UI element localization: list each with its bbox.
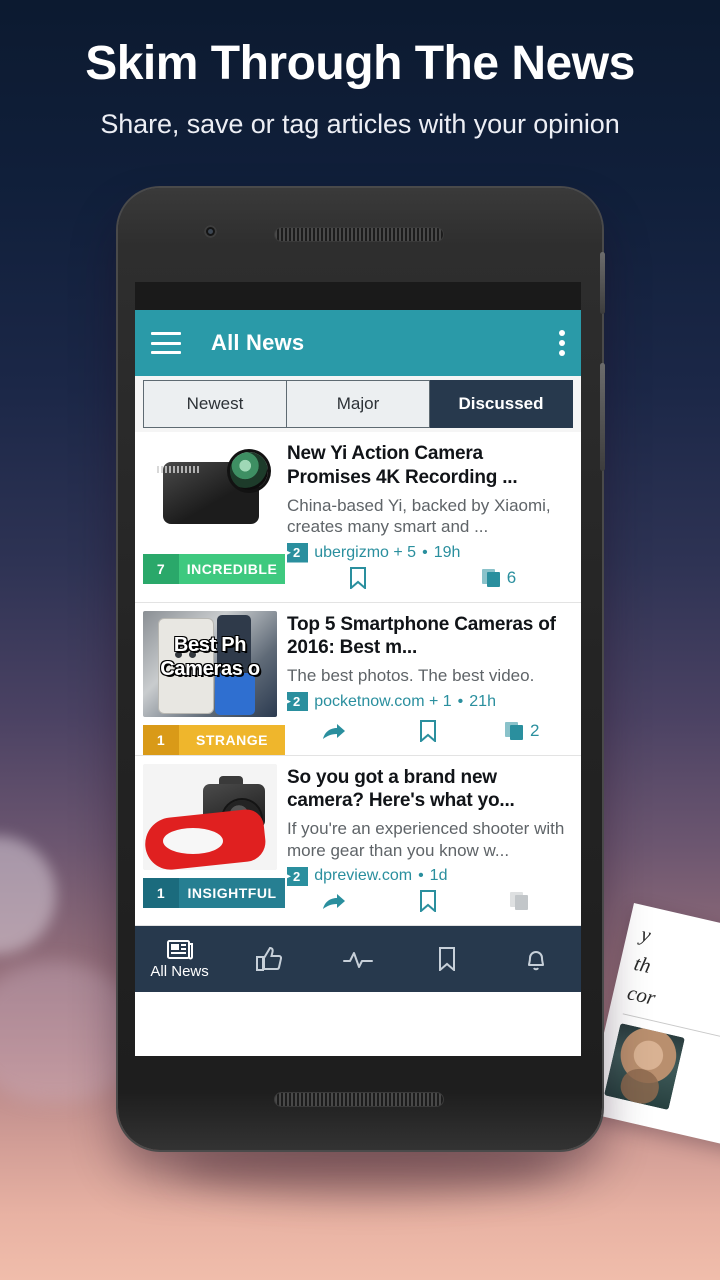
article-content: New Yi Action Camera Promises 4K Recordi…	[277, 432, 581, 602]
copies-count: 2	[529, 720, 540, 740]
save-bookmark-button[interactable]	[381, 719, 475, 742]
tab-discussed[interactable]: Discussed	[430, 380, 573, 428]
article-actions: 6	[287, 563, 569, 593]
save-bookmark-button[interactable]	[287, 566, 428, 589]
tag-count-badge: 2	[287, 866, 309, 887]
share-button[interactable]	[287, 721, 381, 741]
save-bookmark-button[interactable]	[381, 890, 475, 913]
article-content: So you got a brand new camera? Here's wh…	[277, 756, 581, 926]
article-meta: 2 pocketnow.com + 1 • 21h	[287, 691, 569, 712]
thumbnail-overlay-line-2: Cameras o	[160, 657, 260, 680]
bookmark-icon	[349, 566, 366, 589]
article-card[interactable]: 7 INCREDIBLE New Yi Action Camera Promis…	[135, 432, 581, 603]
article-thumbnail-column: 7 INCREDIBLE	[135, 432, 285, 602]
share-arrow-icon	[322, 894, 345, 910]
nav-item-likes[interactable]	[224, 946, 313, 972]
copies-icon	[509, 892, 528, 911]
side-card-avatar	[603, 1023, 685, 1111]
article-time: 1d	[429, 867, 448, 885]
meta-separator: •	[422, 543, 428, 561]
segmented-tabs: Newest Major Discussed	[135, 376, 581, 432]
article-content: Top 5 Smartphone Cameras of 2016: Best m…	[277, 603, 581, 755]
power-button[interactable]	[600, 252, 605, 314]
article-actions	[287, 886, 569, 916]
article-card[interactable]: Best Ph Cameras o 1 STRANGE Top 5 Smartp…	[135, 602, 581, 756]
article-actions: 2	[287, 716, 569, 746]
app-bar: All News	[135, 310, 581, 376]
tab-newest[interactable]: Newest	[143, 380, 287, 428]
copies-icon	[481, 568, 500, 587]
bookmark-icon	[439, 947, 456, 972]
article-title[interactable]: New Yi Action Camera Promises 4K Recordi…	[287, 442, 569, 490]
hamburger-menu-icon[interactable]	[151, 332, 181, 354]
bottom-navigation: All News	[135, 926, 581, 993]
page-subtitle: Share, save or tag articles with your op…	[100, 108, 620, 139]
article-title[interactable]: So you got a brand new camera? Here's wh…	[287, 766, 569, 814]
badge-label: STRANGE	[196, 731, 268, 748]
article-description: China-based Yi, backed by Xiaomi, create…	[287, 495, 551, 537]
bookmark-icon	[419, 719, 436, 742]
phone-mockup: All News Newest Major Discussed 7 INCRED…	[118, 188, 605, 1150]
page-title: Skim Through The News	[85, 37, 635, 90]
volume-button[interactable]	[600, 363, 605, 471]
activity-pulse-icon	[343, 952, 373, 969]
article-meta: 2 dpreview.com • 1d	[287, 866, 569, 887]
nav-item-notifications[interactable]	[492, 947, 581, 971]
tag-count-badge: 2	[287, 543, 309, 563]
thumbnail-overlay-line-1: Best Ph	[173, 633, 247, 656]
badge-label: INCREDIBLE	[186, 561, 278, 577]
share-arrow-icon	[322, 723, 345, 739]
article-time: 21h	[469, 692, 496, 710]
badge-label: INSIGHTFUL	[187, 884, 277, 901]
earpiece-speaker	[275, 228, 443, 241]
share-button[interactable]	[287, 891, 381, 911]
thumbs-up-icon	[255, 947, 282, 972]
meta-separator: •	[457, 692, 464, 710]
status-badge[interactable]: 1 INSIGHTFUL	[143, 877, 285, 908]
newspaper-icon	[166, 940, 193, 960]
front-camera-icon	[204, 225, 217, 238]
article-title[interactable]: Top 5 Smartphone Cameras of 2016: Best m…	[287, 613, 569, 661]
article-source: pocketnow.com + 1	[314, 692, 452, 710]
article-thumbnail-column: 1 INSIGHTFUL	[135, 756, 285, 926]
status-badge[interactable]: 7 INCREDIBLE	[143, 554, 285, 584]
article-feed: 7 INCREDIBLE New Yi Action Camera Promis…	[135, 432, 581, 927]
copies-button[interactable]	[475, 891, 569, 911]
copies-icon	[504, 721, 523, 740]
phone-screen: All News Newest Major Discussed 7 INCRED…	[135, 282, 581, 1056]
bookmark-icon	[419, 890, 436, 913]
overflow-menu-icon[interactable]	[559, 330, 565, 356]
article-description: If you're an experienced shooter with mo…	[287, 819, 565, 860]
meta-separator: •	[418, 867, 424, 885]
copies-count: 6	[506, 567, 517, 587]
article-source: dpreview.com	[314, 867, 413, 885]
action-camera-thumbnail	[143, 440, 277, 546]
tab-major[interactable]: Major	[287, 380, 430, 428]
app-bar-title: All News	[211, 330, 305, 355]
badge-count: 7	[143, 554, 179, 584]
nav-item-saved[interactable]	[403, 947, 492, 972]
article-card[interactable]: 1 INSIGHTFUL So you got a brand new came…	[135, 755, 581, 927]
bell-icon	[528, 951, 545, 971]
badge-count: 1	[143, 724, 179, 755]
status-badge[interactable]: 1 STRANGE	[143, 724, 285, 755]
badge-count: 1	[143, 877, 179, 908]
nav-item-activity[interactable]	[313, 949, 402, 969]
hero-text-block: Skim Through The News Share, save or tag…	[0, 0, 720, 140]
bottom-speaker	[275, 1093, 443, 1106]
status-bar	[135, 282, 581, 310]
article-source: ubergizmo + 5	[314, 543, 417, 561]
article-thumbnail-column: Best Ph Cameras o 1 STRANGE	[135, 603, 285, 755]
article-time: 19h	[433, 543, 461, 561]
smartphone-cameras-video-thumbnail: Best Ph Cameras o	[143, 610, 277, 717]
nav-item-all-news[interactable]: All News	[135, 938, 224, 980]
tag-count-badge: 2	[287, 691, 309, 712]
nav-label-all-news: All News	[150, 963, 209, 981]
article-meta: 2 ubergizmo + 5 • 19h	[287, 543, 569, 563]
copies-button[interactable]: 6	[428, 568, 569, 588]
dslr-camera-thumbnail	[143, 763, 277, 870]
copies-button[interactable]: 2	[475, 721, 569, 741]
article-description: The best photos. The best video.	[287, 666, 535, 686]
